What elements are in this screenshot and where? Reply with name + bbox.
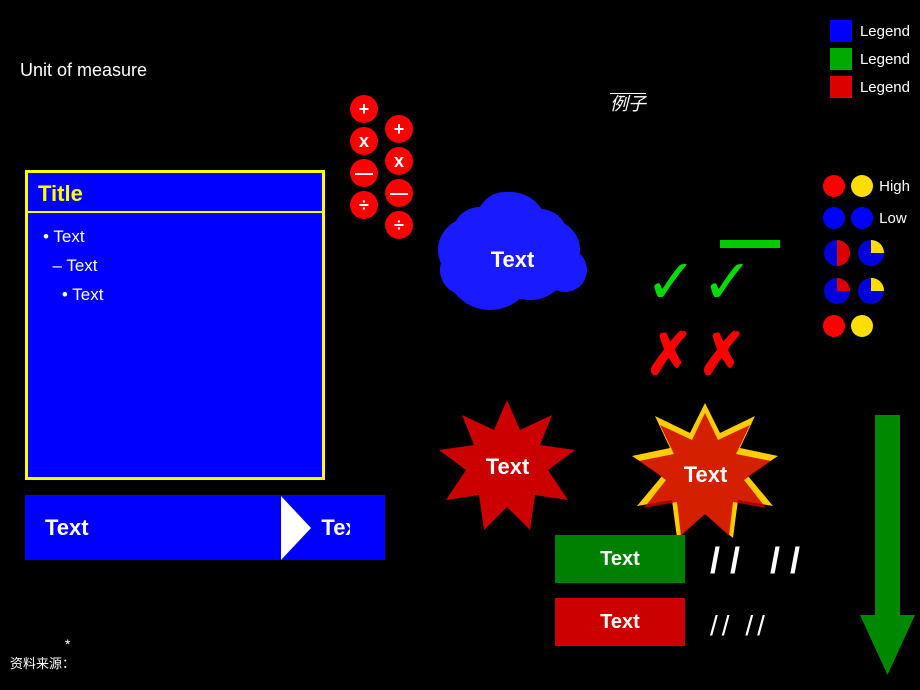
- operators-col1: + x — ÷: [350, 95, 378, 219]
- bullet-text-1: • Text: [43, 223, 307, 252]
- source-text: 资料来源：: [10, 653, 75, 672]
- arrow-box-text1: Text: [25, 515, 271, 541]
- legend-item-red: Legend: [830, 76, 910, 98]
- op-plus: +: [350, 95, 378, 123]
- arrow-tip: [350, 495, 385, 560]
- check-mark-2: ✓: [701, 245, 753, 318]
- legend-label-green: Legend: [860, 51, 910, 68]
- pie-row-2: [823, 277, 910, 305]
- solid-yellow-circle: [851, 315, 873, 337]
- legend-label-red: Legend: [860, 79, 910, 96]
- bullet-text-3: • Text: [43, 281, 307, 310]
- legend-item-blue: Legend: [830, 20, 910, 42]
- asterisk: *: [65, 636, 70, 652]
- x-mark-2: ✗: [698, 320, 747, 388]
- cloud-svg: [420, 175, 605, 330]
- op-times: x: [350, 127, 378, 155]
- solid-red-circle: [823, 315, 845, 337]
- rei-label: 例子: [610, 90, 646, 116]
- legend-color-green: [830, 48, 852, 70]
- high-row: High: [823, 175, 910, 197]
- op2-minus: —: [385, 179, 413, 207]
- high-label: High: [879, 178, 910, 195]
- check-area: ✓ ✓: [645, 245, 753, 318]
- slash-area-top: // //: [710, 540, 810, 582]
- legend-label-blue: Legend: [860, 23, 910, 40]
- legend-item-green: Legend: [830, 48, 910, 70]
- xmark-area: ✗ ✗: [645, 320, 747, 388]
- operators-col2: + x — ÷: [385, 115, 413, 239]
- low-row: Low: [823, 207, 910, 229]
- high-yellow-circle: [851, 175, 873, 197]
- slash-marks-top: // //: [710, 540, 810, 581]
- green-text-box: Text: [555, 535, 685, 583]
- bullet-text-2: – Text: [43, 252, 307, 281]
- legend-area: Legend Legend Legend: [830, 20, 910, 98]
- green-text: Text: [600, 548, 640, 571]
- big-green-arrow: [860, 415, 915, 675]
- blue-box-title: Title: [28, 173, 322, 213]
- solid-row: [823, 315, 910, 337]
- high-low-legend: High Low: [823, 175, 910, 337]
- starburst-2: Text: [618, 398, 793, 558]
- pie-circle-3: [823, 277, 851, 305]
- legend-color-blue: [830, 20, 852, 42]
- arrow-divider: [281, 496, 311, 560]
- low-label: Low: [879, 210, 907, 227]
- blue-content-box: Title • Text – Text • Text: [25, 170, 325, 480]
- op2-plus: +: [385, 115, 413, 143]
- cloud-container: Text: [420, 175, 605, 330]
- pie-circle-4: [857, 277, 885, 305]
- starburst-1-text: Text: [486, 454, 530, 480]
- low-blue-circle-2: [851, 207, 873, 229]
- high-red-circle: [823, 175, 845, 197]
- pie-circle-1: [823, 239, 851, 267]
- op-divide: ÷: [350, 191, 378, 219]
- op2-times: x: [385, 147, 413, 175]
- arrow-box: Text Text: [25, 495, 385, 560]
- check-mark-1: ✓: [645, 245, 697, 318]
- low-blue-circle: [823, 207, 845, 229]
- pie-circle-2: [857, 239, 885, 267]
- x-mark-1: ✗: [645, 320, 694, 388]
- blue-box-content: • Text – Text • Text: [28, 213, 322, 320]
- pie-row-1: [823, 239, 910, 267]
- unit-label: Unit of measure: [20, 60, 147, 81]
- starburst-1: Text: [430, 395, 585, 545]
- big-arrow-svg: [860, 415, 915, 675]
- op-minus: —: [350, 159, 378, 187]
- red-text-box: Text: [555, 598, 685, 646]
- slash-marks-bottom: // //: [710, 610, 769, 641]
- starburst-2-text: Text: [684, 462, 728, 488]
- legend-color-red: [830, 76, 852, 98]
- slash-area-bottom: // //: [710, 610, 769, 642]
- op2-divide: ÷: [385, 211, 413, 239]
- red-text: Text: [600, 611, 640, 634]
